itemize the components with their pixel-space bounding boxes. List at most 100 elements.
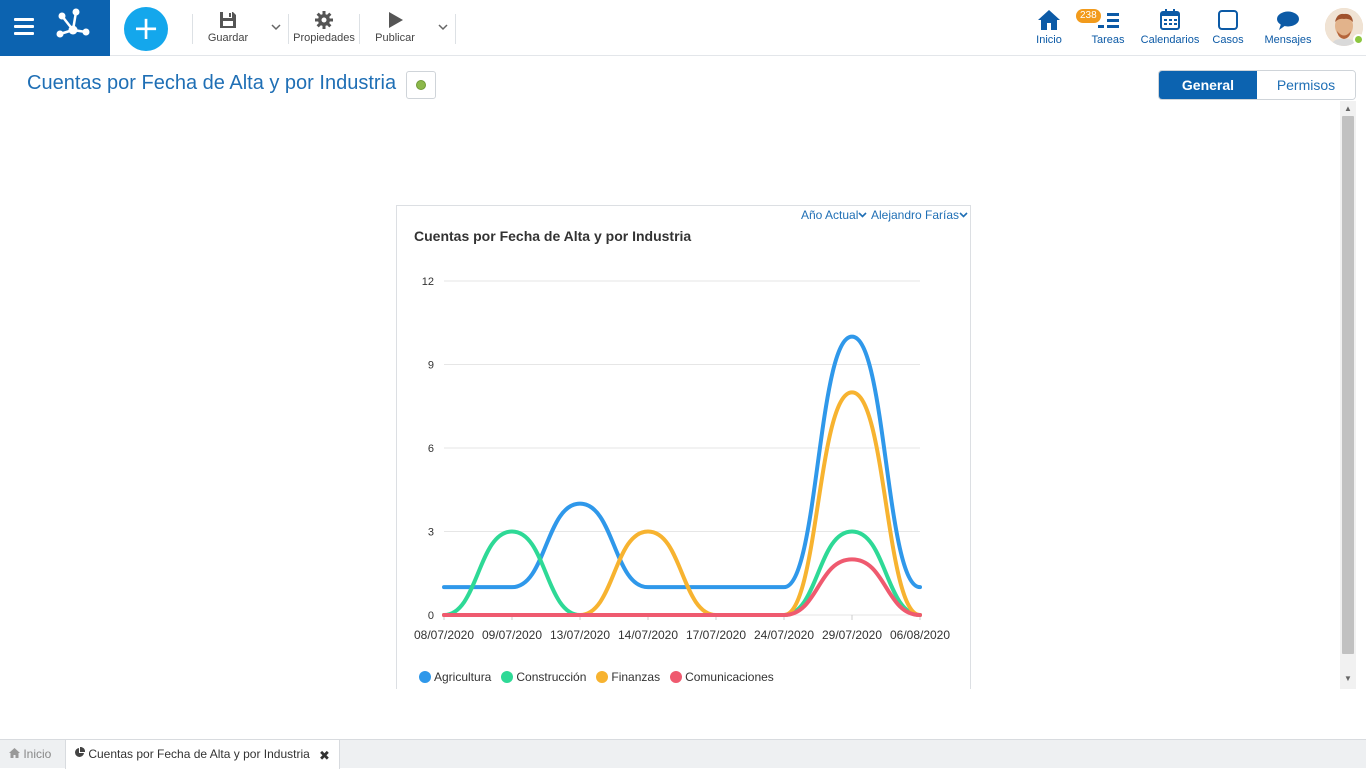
data-point	[578, 502, 582, 506]
data-point	[510, 530, 514, 534]
nav-calendars[interactable]: Calendarios	[1138, 8, 1202, 46]
tab-permisos[interactable]: Permisos	[1257, 71, 1355, 99]
tab-general[interactable]: General	[1159, 71, 1257, 99]
user-filter-label: Alejandro Farías	[871, 208, 960, 222]
x-tick-label: 06/08/2020	[890, 628, 950, 642]
scroll-down-arrow-icon[interactable]: ▼	[1343, 674, 1353, 684]
calendar-icon	[1160, 9, 1180, 30]
data-point	[510, 613, 514, 617]
pie-chart-icon	[75, 746, 86, 757]
legend-label: Finanzas	[611, 670, 661, 684]
legend-item-agricultura[interactable]: Agricultura	[419, 670, 491, 684]
y-tick-label: 12	[422, 276, 434, 288]
logo-icon[interactable]	[54, 8, 92, 48]
online-status-indicator	[1353, 34, 1364, 45]
gear-icon	[315, 11, 333, 29]
brand-area	[0, 0, 110, 56]
data-point	[918, 585, 922, 589]
chevron-down-icon	[858, 212, 867, 218]
x-tick-label: 09/07/2020	[482, 628, 542, 642]
properties-button[interactable]: Propiedades	[292, 10, 356, 50]
case-icon	[1218, 10, 1238, 30]
chevron-down-icon	[959, 212, 968, 218]
save-label: Guardar	[207, 32, 249, 44]
close-tab-icon[interactable]: ✖	[319, 748, 330, 764]
y-tick-label: 9	[428, 360, 434, 372]
x-tick-label: 14/07/2020	[618, 628, 678, 642]
data-point	[850, 557, 854, 561]
legend-marker	[596, 671, 609, 683]
home-icon	[1038, 10, 1060, 30]
x-tick-label: 08/07/2020	[414, 628, 474, 642]
save-button[interactable]: Guardar	[206, 10, 250, 50]
bottom-tab-bar: Inicio Cuentas por Fecha de Alta y por I…	[0, 739, 1366, 769]
tasks-count-badge: 238	[1076, 9, 1101, 23]
floppy-disk-icon	[220, 12, 236, 28]
toolbar-divider	[455, 14, 456, 44]
y-tick-label: 3	[428, 527, 434, 539]
period-filter-label: Año Actual	[801, 208, 859, 222]
data-point	[646, 530, 650, 534]
data-point	[782, 585, 786, 589]
nav-home[interactable]: Inicio	[1030, 8, 1068, 46]
data-point	[510, 585, 514, 589]
nav-cases-label: Casos	[1212, 34, 1244, 46]
data-point	[714, 613, 718, 617]
data-point	[442, 585, 446, 589]
series-line-agricultura	[442, 334, 922, 590]
data-point	[442, 613, 446, 617]
bottom-tab-home-label: Inicio	[23, 747, 52, 761]
data-point	[918, 613, 922, 617]
toolbar-divider	[192, 14, 193, 44]
scroll-up-arrow-icon[interactable]: ▲	[1343, 104, 1353, 114]
play-icon	[389, 12, 403, 28]
bottom-tab-home[interactable]: Inicio	[0, 740, 64, 769]
nav-calendars-label: Calendarios	[1140, 34, 1200, 46]
nav-home-label: Inicio	[1036, 34, 1062, 46]
add-button[interactable]: +	[124, 7, 168, 51]
chat-bubble-icon	[1277, 11, 1299, 30]
data-point	[850, 530, 854, 534]
nav-messages[interactable]: Mensajes	[1262, 8, 1314, 46]
data-point	[850, 335, 854, 339]
y-tick-label: 6	[428, 443, 434, 455]
home-icon	[9, 748, 20, 758]
save-dropdown-chevron-down-icon[interactable]	[271, 22, 281, 32]
publish-button[interactable]: Publicar	[372, 10, 418, 50]
legend-marker	[501, 671, 514, 683]
chart-title: Cuentas por Fecha de Alta y por Industri…	[414, 228, 692, 244]
period-filter-dropdown[interactable]: Año Actual	[801, 208, 867, 222]
top-bar: + Guardar Propiedades Publicar Inicio Ta…	[0, 0, 1366, 56]
data-point	[646, 613, 650, 617]
chart-card: 0 3 6 9 12 08/07/2020 09/07/2020 13/07/2020 14/0…	[396, 205, 971, 689]
legend-label: Agricultura	[434, 670, 492, 684]
legend-item-finanzas[interactable]: Finanzas	[596, 670, 660, 684]
x-tick-label: 17/07/2020	[686, 628, 746, 642]
legend-marker	[419, 671, 431, 683]
legend-item-comunicaciones[interactable]: Comunicaciones	[670, 670, 774, 684]
legend-label: Comunicaciones	[685, 670, 774, 684]
y-tick-label: 0	[428, 610, 434, 622]
nav-messages-label: Mensajes	[1264, 34, 1312, 46]
publish-dropdown-chevron-down-icon[interactable]	[438, 22, 448, 32]
legend-item-construccion[interactable]: Construcción	[501, 670, 586, 684]
x-tick-label: 13/07/2020	[550, 628, 610, 642]
nav-cases[interactable]: Casos	[1210, 8, 1246, 46]
series-line-finanzas	[442, 390, 922, 618]
toolbar-divider	[288, 14, 289, 44]
data-point	[578, 613, 582, 617]
toolbar-divider	[359, 14, 360, 44]
data-point	[646, 585, 650, 589]
status-dot-icon	[416, 80, 426, 90]
chart-canvas: 0 3 6 9 12 08/07/2020 09/07/2020 13/07/2020 14/0…	[414, 276, 950, 642]
user-filter-dropdown[interactable]: Alejandro Farías	[871, 208, 968, 222]
menu-icon[interactable]	[14, 18, 34, 36]
scrollbar-thumb[interactable]	[1342, 116, 1354, 654]
status-button[interactable]	[406, 71, 436, 99]
bottom-tab-current-label: Cuentas por Fecha de Alta y por Industri…	[88, 747, 310, 761]
x-tick-label: 29/07/2020	[822, 628, 882, 642]
legend-label: Construcción	[516, 670, 587, 684]
bottom-tab-current[interactable]: Cuentas por Fecha de Alta y por Industri…	[65, 740, 340, 769]
chart-legend: Agricultura Construcción Finanzas Comuni…	[419, 670, 774, 684]
publish-label: Publicar	[375, 32, 415, 44]
